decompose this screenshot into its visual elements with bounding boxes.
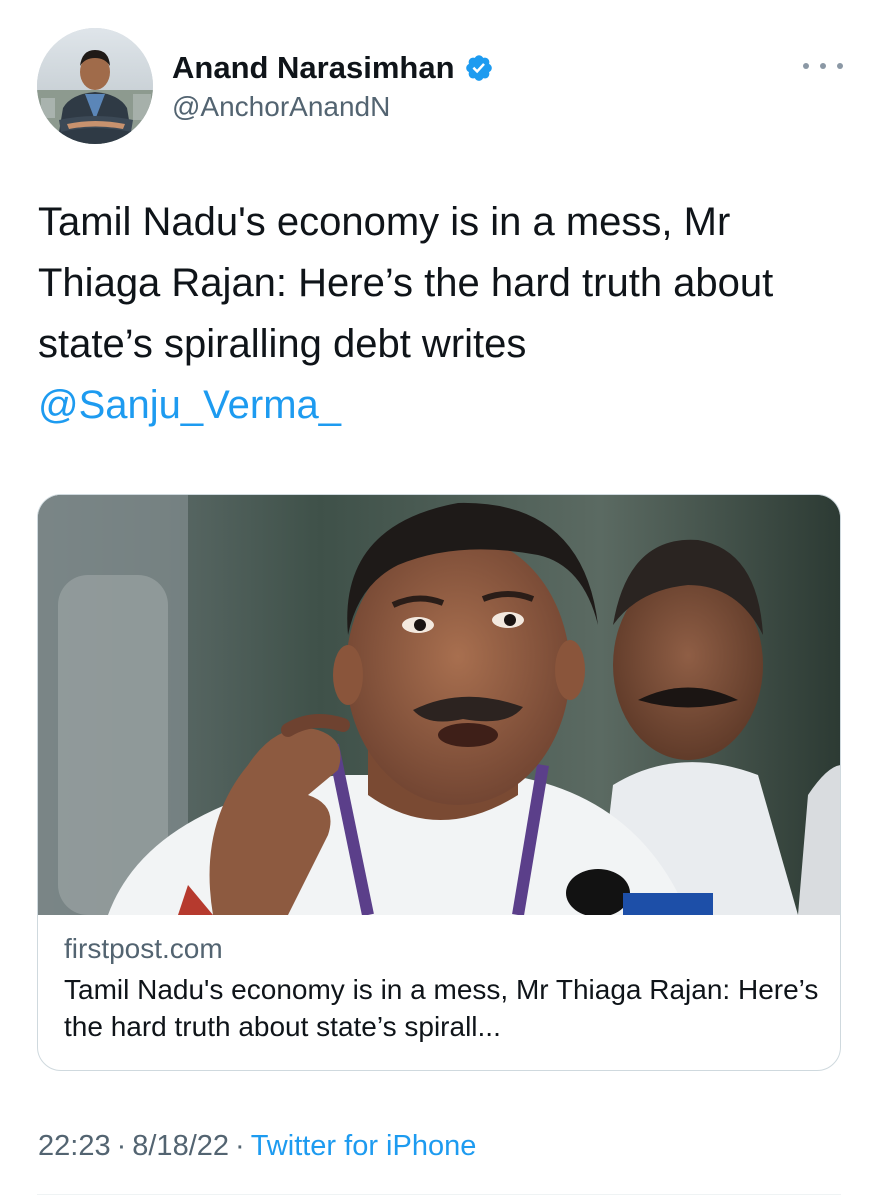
card-photo [38, 495, 840, 917]
meta-separator: · [116, 1130, 127, 1162]
tweet-date[interactable]: 8/18/22 [132, 1130, 229, 1162]
verified-badge-icon [464, 53, 494, 83]
tweet: Anand Narasimhan @AnchorAnandN Tamil Nad… [0, 0, 879, 1200]
more-dot [820, 63, 826, 69]
card-domain: firstpost.com [64, 933, 223, 964]
avatar[interactable] [37, 28, 153, 144]
divider [37, 1194, 841, 1195]
tweet-time[interactable]: 22:23 [38, 1130, 111, 1162]
tweet-text: Tamil Nadu's economy is in a mess, Mr Th… [38, 192, 838, 436]
card-meta: firstpost.com Tamil Nadu's economy is in… [64, 931, 824, 1045]
author-name[interactable]: Anand Narasimhan [172, 50, 494, 86]
tweet-source-link[interactable]: Twitter for iPhone [251, 1130, 477, 1162]
more-options-icon[interactable] [803, 56, 843, 76]
card-title[interactable]: Tamil Nadu's economy is in a mess, Mr Th… [64, 971, 824, 1045]
card-image[interactable] [38, 495, 840, 917]
link-card[interactable]: firstpost.com Tamil Nadu's economy is in… [37, 494, 841, 1071]
tweet-meta: 22:23 · 8/18/22 · Twitter for iPhone [38, 1128, 476, 1164]
author-name-text[interactable]: Anand Narasimhan [172, 50, 455, 86]
mention-link[interactable]: @Sanju_Verma_ [38, 383, 341, 427]
avatar-photo [37, 28, 153, 144]
more-dot [803, 63, 809, 69]
author-handle[interactable]: @AnchorAnandN [172, 90, 390, 124]
meta-separator: · [235, 1130, 245, 1162]
more-dot [837, 63, 843, 69]
tweet-body: Tamil Nadu's economy is in a mess, Mr Th… [38, 200, 774, 366]
